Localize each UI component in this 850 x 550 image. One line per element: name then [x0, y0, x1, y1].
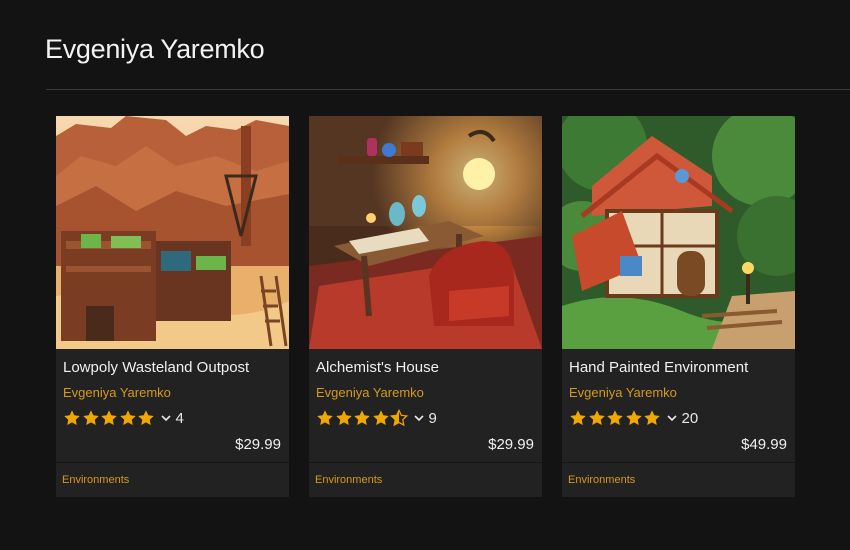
star-icon — [353, 409, 371, 427]
header-divider — [46, 89, 850, 90]
star-icon — [643, 409, 661, 427]
star-half-icon — [390, 409, 408, 427]
product-category[interactable]: Environments — [62, 474, 129, 486]
product-title[interactable]: Hand Painted Environment — [569, 359, 748, 376]
card-divider — [562, 462, 795, 463]
product-author[interactable]: Evgeniya Yaremko — [316, 385, 424, 400]
product-category[interactable]: Environments — [568, 474, 635, 486]
product-card[interactable]: Lowpoly Wasteland Outpost Evgeniya Yarem… — [56, 116, 289, 497]
star-icon — [335, 409, 353, 427]
product-rating: 9 — [316, 407, 437, 429]
review-count: 9 — [428, 409, 437, 427]
chevron-down-icon[interactable] — [160, 412, 172, 424]
star-icon — [316, 409, 334, 427]
star-icon — [625, 409, 643, 427]
product-author[interactable]: Evgeniya Yaremko — [569, 385, 677, 400]
product-author[interactable]: Evgeniya Yaremko — [63, 385, 171, 400]
page-title: Evgeniya Yaremko — [45, 34, 265, 64]
card-divider — [309, 462, 542, 463]
product-card[interactable]: Alchemist's House Evgeniya Yaremko 9 $29… — [309, 116, 542, 497]
product-title[interactable]: Alchemist's House — [316, 359, 439, 376]
card-divider — [56, 462, 289, 463]
chevron-down-icon[interactable] — [413, 412, 425, 424]
review-count: 4 — [175, 409, 184, 427]
product-rating: 20 — [569, 407, 698, 429]
star-icon — [372, 409, 390, 427]
product-rating: 4 — [63, 407, 184, 429]
chevron-down-icon[interactable] — [666, 412, 678, 424]
product-thumbnail[interactable] — [309, 116, 542, 349]
product-category[interactable]: Environments — [315, 474, 382, 486]
product-thumbnail[interactable] — [56, 116, 289, 349]
review-count: 20 — [681, 409, 699, 427]
star-icon — [569, 409, 587, 427]
star-icon — [100, 409, 118, 427]
product-title[interactable]: Lowpoly Wasteland Outpost — [63, 359, 249, 376]
star-icon — [119, 409, 137, 427]
star-icon — [82, 409, 100, 427]
star-icon — [588, 409, 606, 427]
product-thumbnail[interactable] — [562, 116, 795, 349]
star-icon — [137, 409, 155, 427]
product-price: $29.99 — [488, 436, 534, 453]
product-price: $29.99 — [235, 436, 281, 453]
product-price: $49.99 — [741, 436, 787, 453]
product-card[interactable]: Hand Painted Environment Evgeniya Yaremk… — [562, 116, 795, 497]
star-icon — [606, 409, 624, 427]
star-icon — [63, 409, 81, 427]
